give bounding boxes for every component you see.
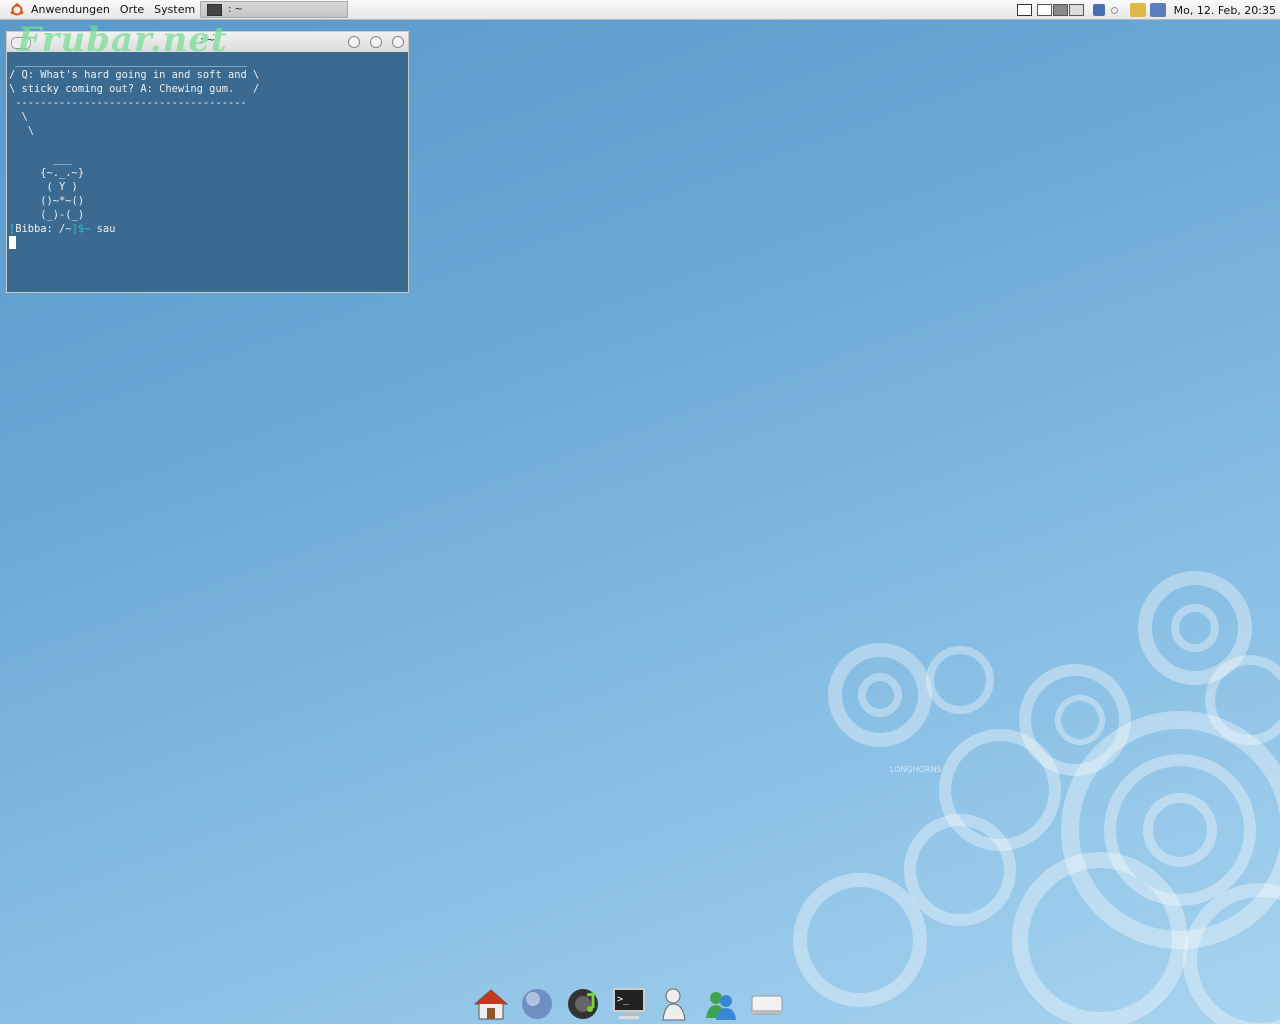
notification-icon[interactable] xyxy=(1129,3,1146,17)
show-desktop-icon[interactable] xyxy=(1016,4,1032,16)
text-cursor xyxy=(9,236,16,249)
terminal-window[interactable]: : ~ ____________________________________… xyxy=(6,20,409,293)
panel-menu-bar: Anwendungen Orte System xyxy=(0,0,213,20)
workspace-1[interactable] xyxy=(1036,4,1052,16)
network-icon[interactable] xyxy=(1149,3,1166,17)
menu-places[interactable]: Orte xyxy=(115,0,149,20)
messenger-icon[interactable] xyxy=(701,984,741,1024)
watermark-logo: Frubar.net xyxy=(17,20,228,60)
svg-text:>_: >_ xyxy=(617,994,630,1005)
taskbar-button-label: : ~ xyxy=(228,4,243,15)
close-button[interactable] xyxy=(392,36,404,48)
menu-system[interactable]: System xyxy=(149,0,200,20)
ubuntu-logo-icon[interactable] xyxy=(10,2,24,17)
command-text: sau xyxy=(90,223,116,235)
floppy-icon[interactable] xyxy=(1092,4,1105,16)
prompt-host: Bibba: /~ xyxy=(15,223,72,235)
maximize-button[interactable] xyxy=(370,36,382,48)
taskbar-button-terminal[interactable]: : ~ xyxy=(200,1,348,18)
music-icon[interactable] xyxy=(563,984,603,1024)
top-panel: Anwendungen Orte System : ~ Mo, 12. Feb,… xyxy=(0,0,1280,20)
wallpaper-logo-text: LONGHORNS xyxy=(890,765,942,774)
ascii-art: \ \ ___ {~._.~} ( Y ) ()~*~() (_)-(_) xyxy=(21,111,85,221)
minimize-button[interactable] xyxy=(348,36,360,48)
drive-icon[interactable] xyxy=(747,984,787,1024)
workspace-3[interactable] xyxy=(1068,4,1084,16)
terminal-output[interactable]: _____________________________________ / … xyxy=(7,54,259,250)
terminal-icon[interactable]: >_ xyxy=(609,984,649,1024)
system-tray: Mo, 12. Feb, 20:35 xyxy=(1016,0,1280,20)
panel-separator-icon xyxy=(1110,6,1118,14)
globe-icon[interactable] xyxy=(517,984,557,1024)
home-icon[interactable] xyxy=(471,984,511,1024)
menu-applications[interactable]: Anwendungen xyxy=(26,0,115,20)
panel-clock[interactable]: Mo, 12. Feb, 20:35 xyxy=(1174,4,1276,17)
user-icon[interactable] xyxy=(655,984,695,1024)
prompt-close: ]$~ xyxy=(71,223,91,235)
fortune-line-2: \ sticky coming out? A: Chewing gum. / xyxy=(9,83,260,95)
workspace-2[interactable] xyxy=(1052,4,1068,16)
fortune-line-1: / Q: What's hard going in and soft and \ xyxy=(9,69,260,81)
terminal-small-icon xyxy=(207,3,222,16)
fortune-bottom-border: ------------------------------------- xyxy=(9,97,247,109)
dock: >_ xyxy=(468,984,790,1024)
